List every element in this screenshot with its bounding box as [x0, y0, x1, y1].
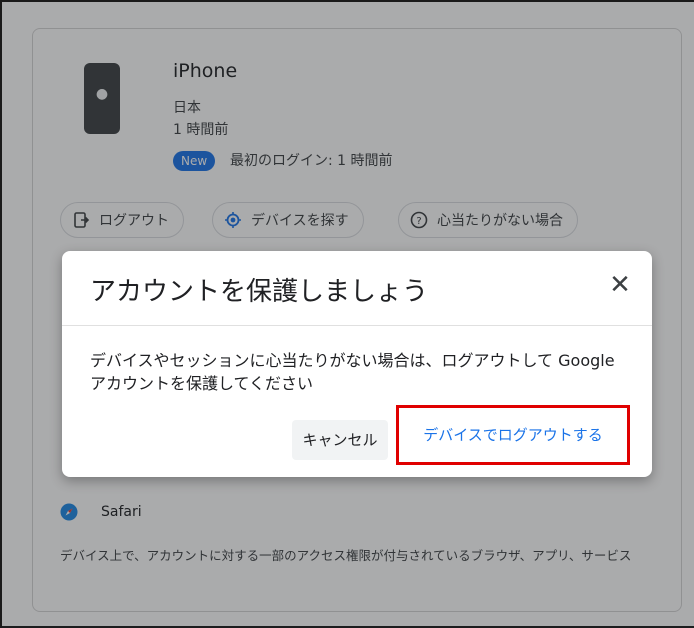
- logout-device-button[interactable]: デバイスでログアウトする: [396, 405, 630, 465]
- dialog-title: アカウントを保護しましょう: [90, 277, 429, 307]
- cancel-button[interactable]: キャンセル: [292, 420, 388, 460]
- protect-account-dialog: アカウントを保護しましょう ✕ デバイスやセッションに心当たりがない場合は、ログ…: [62, 251, 652, 477]
- close-icon[interactable]: ✕: [608, 272, 632, 298]
- dialog-divider: [62, 325, 652, 326]
- dialog-body: デバイスやセッションに心当たりがない場合は、ログアウトして Google アカウ…: [90, 351, 615, 393]
